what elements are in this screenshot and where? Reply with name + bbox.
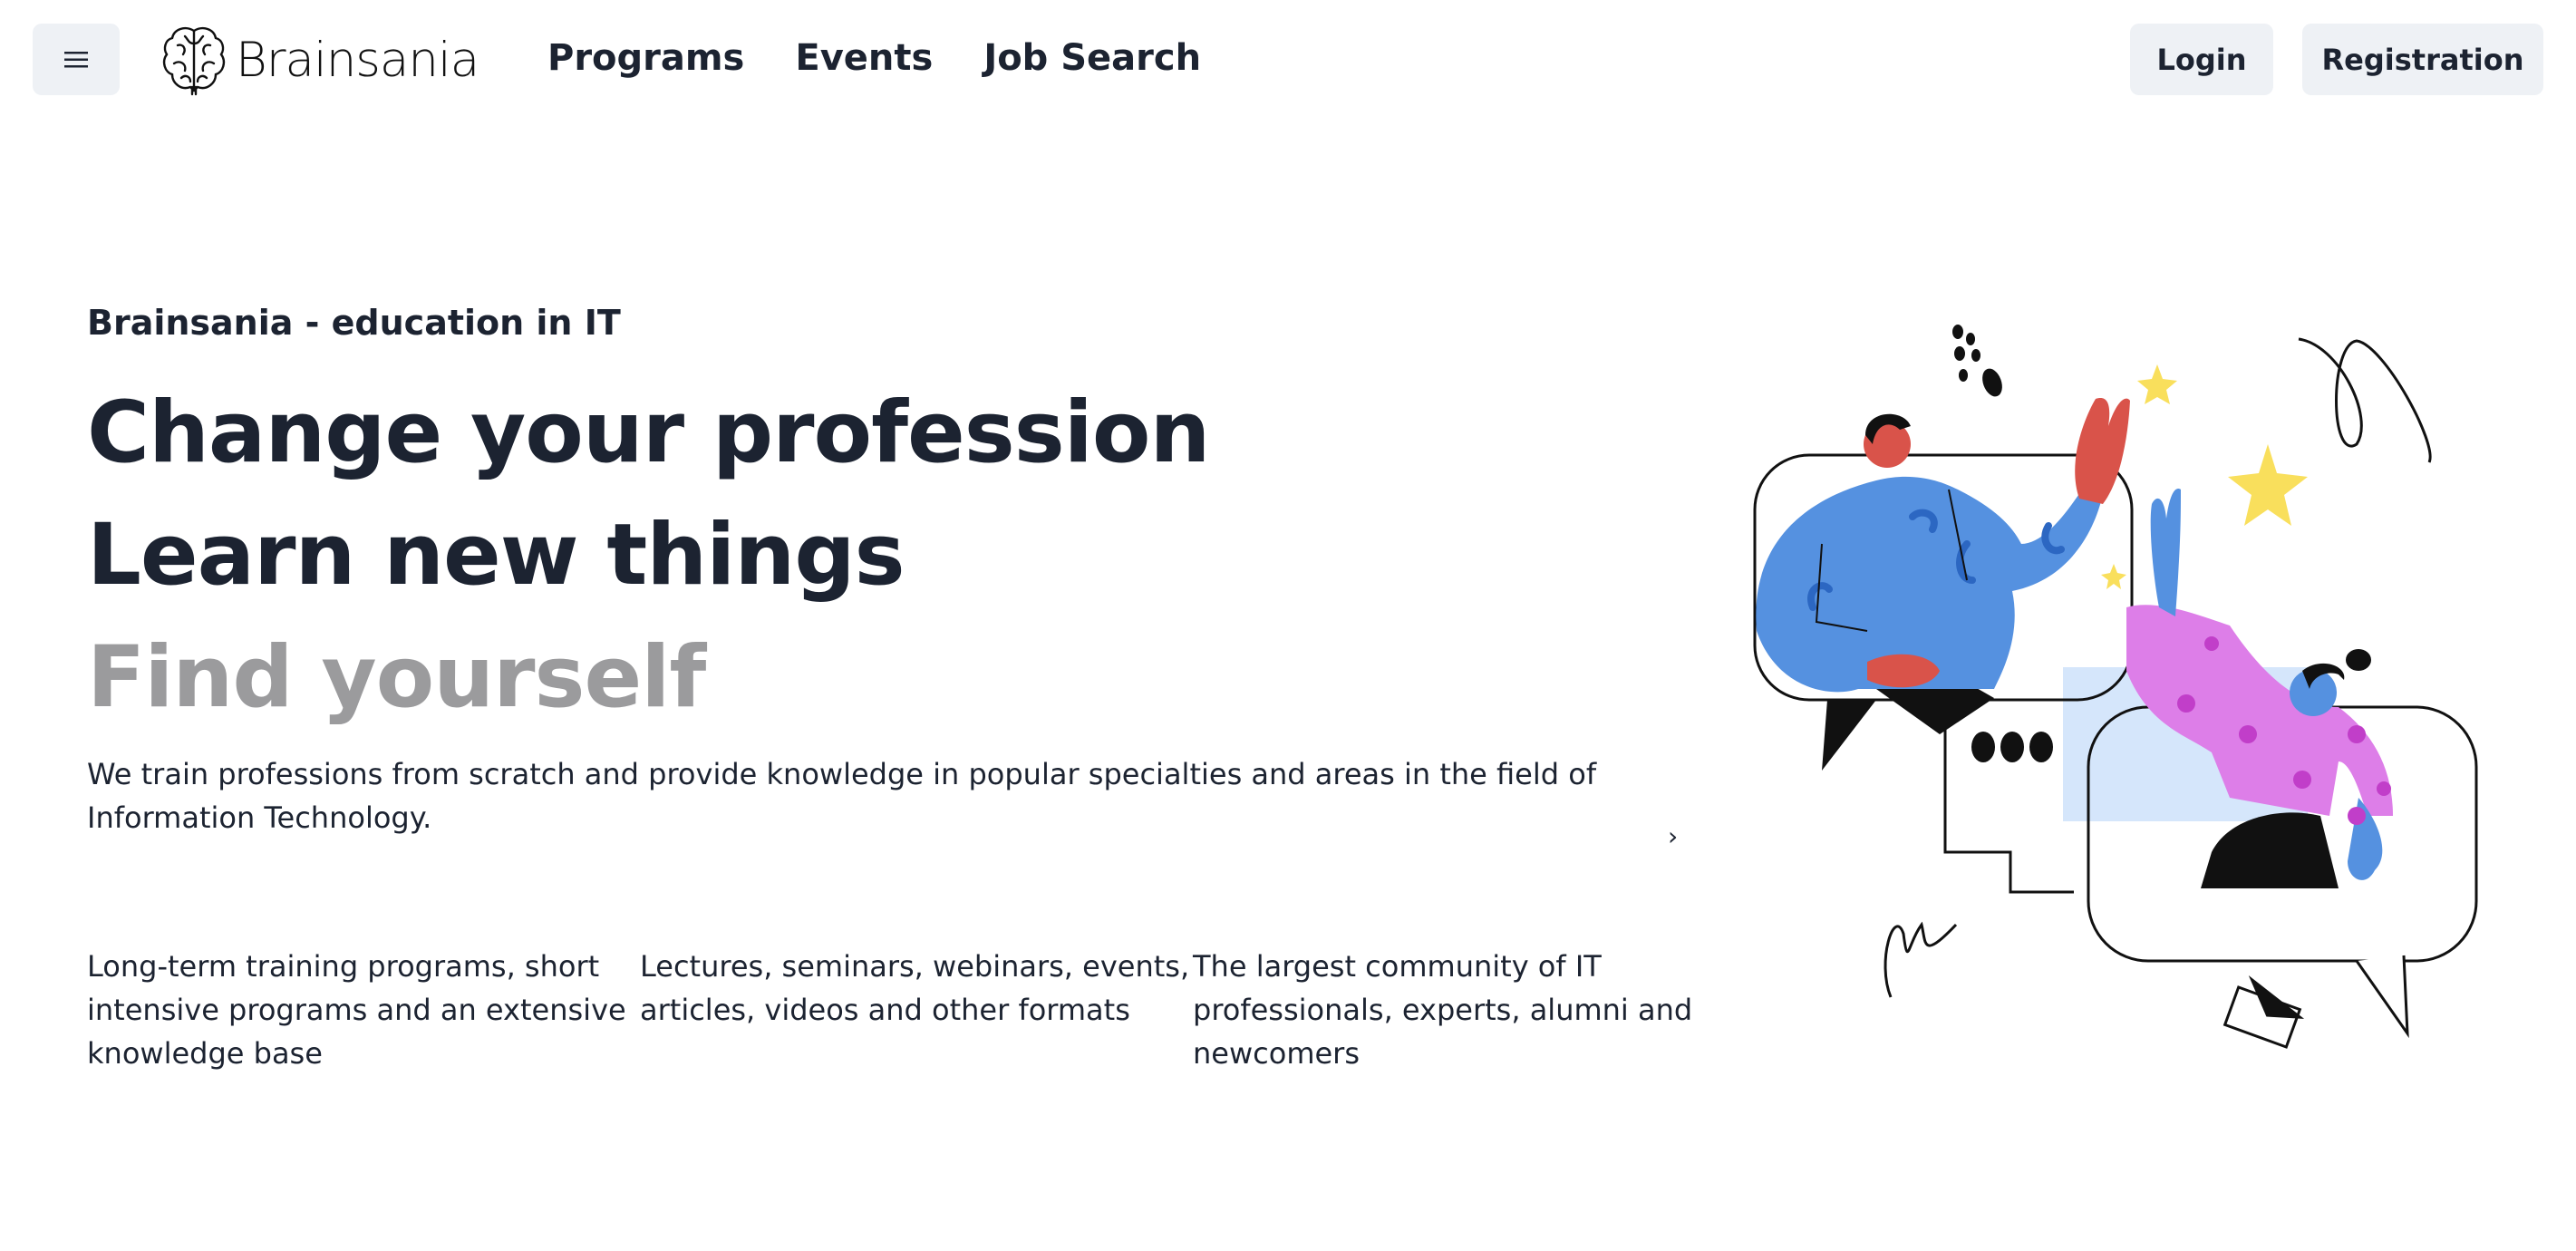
hamburger-icon (64, 51, 88, 67)
nav-job-search[interactable]: Job Search (983, 33, 1201, 83)
nav-programs[interactable]: Programs (547, 33, 744, 83)
headline-change-profession: Change your profession (87, 383, 1210, 482)
main-nav: Programs Events Job Search (547, 33, 1201, 83)
feature-events: Lectures, seminars, webinars, events, ar… (640, 949, 1190, 1027)
feature-programs: Long-term training programs, short inten… (87, 949, 626, 1071)
hero-eyebrow: Brainsania - education in IT (87, 303, 621, 343)
logo-text: Brainsania (236, 32, 479, 88)
headline-learn-new-things: Learn new things (87, 506, 905, 605)
woman-figure (2126, 489, 2393, 888)
logo-link[interactable]: Brainsania (161, 24, 479, 96)
site-header: Brainsania Programs Events Job Search Lo… (0, 0, 2576, 118)
feature-list: Long-term training programs, short inten… (87, 945, 1746, 1075)
feature-community: The largest community of IT professional… (1193, 949, 1693, 1071)
headline-find-yourself: Find yourself (87, 628, 706, 727)
hero-description: We train professions from scratch and pr… (87, 757, 1597, 835)
star-large (2228, 444, 2308, 526)
login-button[interactable]: Login (2130, 24, 2273, 95)
registration-button[interactable]: Registration (2302, 24, 2543, 95)
star-tiny (2101, 564, 2126, 589)
hamburger-menu-button[interactable] (33, 24, 120, 95)
nav-events[interactable]: Events (795, 33, 933, 83)
high-five-illustration (1753, 325, 2478, 1049)
carousel-next-arrow[interactable]: › (1668, 821, 1678, 851)
brain-logo-icon (162, 27, 226, 96)
star-small (2137, 364, 2177, 404)
envelope-icon (2223, 975, 2305, 1049)
